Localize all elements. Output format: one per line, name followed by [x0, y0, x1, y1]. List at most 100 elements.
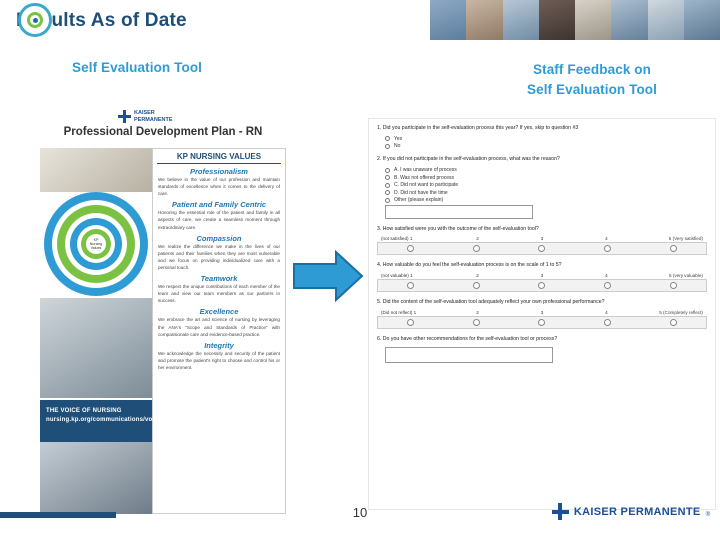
radio-icon[interactable] — [538, 245, 546, 253]
kp-cross-icon — [551, 503, 569, 520]
radio-icon[interactable] — [407, 245, 415, 253]
rating-scale: (Did not reflect) 1 2 3 4 5 (Completely … — [377, 310, 707, 329]
value-block: Teamwork We respect the unique contribut… — [157, 274, 281, 304]
value-block: Professionalism We believe in the value … — [157, 167, 281, 197]
value-block: Compassion We realize the difference we … — [157, 234, 281, 271]
section-heading-staff-feedback: Staff Feedback on Self Evaluation Tool — [526, 62, 657, 97]
value-text: We respect the unique contributions of e… — [158, 284, 280, 304]
rating-scale-row[interactable] — [377, 279, 707, 293]
radio-icon[interactable] — [472, 282, 480, 290]
radio-icon[interactable] — [385, 136, 390, 142]
right-arrow-icon — [292, 249, 364, 303]
pdp-photo-top — [40, 148, 152, 192]
radio-icon[interactable] — [385, 167, 390, 173]
radio-icon[interactable] — [538, 318, 546, 326]
pdp-title: Professional Development Plan - RN — [63, 126, 263, 138]
question-number: 1. — [377, 125, 382, 131]
scale-tick: 4 — [605, 273, 608, 279]
survey-option[interactable]: C. Did not want to participate — [385, 182, 707, 188]
survey-option[interactable]: D. Did not have the time — [385, 190, 707, 196]
radio-icon[interactable] — [385, 190, 390, 196]
radio-icon[interactable] — [669, 318, 677, 326]
survey-question: 1. Did you participate in the self-evalu… — [377, 125, 707, 149]
value-text: We acknowledge the necessity and securit… — [158, 350, 280, 370]
radio-icon[interactable] — [604, 282, 612, 290]
value-text: We believe in the value of our professio… — [158, 177, 280, 197]
scale-tick: 3 — [540, 236, 544, 242]
recommendations-textbox[interactable] — [385, 346, 553, 363]
values-panel-title: KP NURSING VALUES — [157, 152, 281, 164]
scale-tick: 3 — [540, 273, 544, 279]
kp-target-logo-icon — [18, 3, 52, 37]
other-explain-textbox[interactable] — [385, 204, 533, 219]
option-label: No — [394, 143, 401, 150]
option-label: Other (please explain) — [394, 197, 444, 204]
kp-cross-icon — [118, 110, 131, 123]
radio-icon[interactable] — [385, 182, 390, 188]
scale-tick: 2 — [476, 236, 479, 242]
scale-tick: 3 — [540, 309, 544, 315]
survey-option[interactable]: A. I was unaware of process — [385, 167, 707, 173]
question-number: 6. — [377, 335, 382, 342]
kaiser-permanente-logo-icon: KAISER PERMANENTE — [118, 110, 173, 123]
radio-icon[interactable] — [538, 282, 546, 290]
scale-label-max: 5 (Very satisfied) — [668, 236, 703, 242]
survey-question: 2. If you did not participate in the sel… — [377, 156, 707, 219]
survey-option[interactable]: Yes — [385, 136, 707, 142]
value-text: We embrace the art and science of nursin… — [158, 317, 280, 337]
scale-tick: 2 — [476, 309, 479, 315]
section-heading-self-evaluation-tool: Self Evaluation Tool — [72, 60, 203, 75]
kp-logo-line2: PERMANENTE — [134, 116, 173, 123]
rating-scale-row[interactable] — [377, 242, 707, 256]
value-name: Compassion — [196, 233, 242, 243]
pdp-photo-nurses — [40, 298, 152, 398]
option-label: C. Did not want to participate — [394, 182, 459, 189]
header-photo-strip — [430, 0, 720, 40]
value-text: We realize the difference we make in the… — [158, 243, 280, 270]
kp-logo-line1: KAISER — [134, 110, 155, 117]
value-name: Professionalism — [190, 167, 248, 176]
value-block: Integrity We acknowledge the necessity a… — [157, 341, 281, 371]
value-block: Patient and Family Centric Honoring the … — [157, 200, 281, 230]
question-text: Did you participate in the self-evaluati… — [382, 125, 579, 131]
value-name: Integrity — [204, 340, 234, 350]
survey-question: 5. Did the content of the self-evaluatio… — [377, 299, 707, 329]
registered-mark: ® — [705, 512, 710, 518]
survey-option[interactable]: B. Was not offered process — [385, 175, 707, 181]
question-number: 4. — [377, 262, 382, 269]
scale-label-min: (not satisfied) 1 — [381, 236, 413, 242]
radio-icon[interactable] — [385, 197, 390, 203]
radio-icon[interactable] — [669, 245, 677, 253]
survey-option[interactable]: Other (please explain) — [385, 197, 707, 203]
survey-option[interactable]: No — [385, 143, 707, 149]
radio-icon[interactable] — [669, 282, 677, 290]
radio-icon[interactable] — [385, 175, 390, 181]
radio-icon[interactable] — [407, 282, 415, 290]
circle-center-label: KP Nursing Values — [86, 234, 106, 254]
scale-label-min: (not valuable) 1 — [381, 273, 413, 279]
value-name: Excellence — [199, 307, 239, 317]
radio-icon[interactable] — [472, 245, 480, 253]
value-name: Patient and Family Centric — [171, 200, 267, 210]
option-label: D. Did not have the time — [394, 189, 448, 196]
question-text: How valuable do you feel the self-evalua… — [382, 262, 562, 269]
radio-icon[interactable] — [604, 245, 612, 253]
footer-brand-text: KAISER PERMANENTE — [573, 505, 701, 518]
radio-icon[interactable] — [604, 318, 612, 326]
staff-feedback-survey-document: 1. Did you participate in the self-evalu… — [368, 118, 716, 510]
scale-label-min: (Did not reflect) 1 — [381, 309, 417, 315]
option-label: Yes — [394, 135, 403, 142]
voice-of-nursing-ribbon: THE VOICE OF NURSING nursing.kp.org/comm… — [40, 400, 161, 442]
radio-icon[interactable] — [385, 143, 390, 149]
scale-tick: 4 — [605, 236, 608, 242]
value-block: Excellence We embrace the art and scienc… — [157, 307, 281, 337]
survey-question: 4. How valuable do you feel the self-eva… — [377, 262, 707, 293]
kaiser-permanente-footer-logo: KAISER PERMANENTE ® — [551, 503, 710, 520]
rating-scale: (not valuable) 1 2 3 4 5 (very valuable) — [377, 273, 707, 293]
radio-icon[interactable] — [472, 318, 480, 326]
question-text: Did the content of the self-evaluation t… — [382, 299, 605, 306]
rating-scale-row[interactable] — [377, 315, 707, 329]
radio-icon[interactable] — [407, 318, 415, 326]
pdp-photo-bottom — [40, 442, 152, 514]
survey-question: 6. Do you have other recommendations for… — [377, 336, 707, 363]
